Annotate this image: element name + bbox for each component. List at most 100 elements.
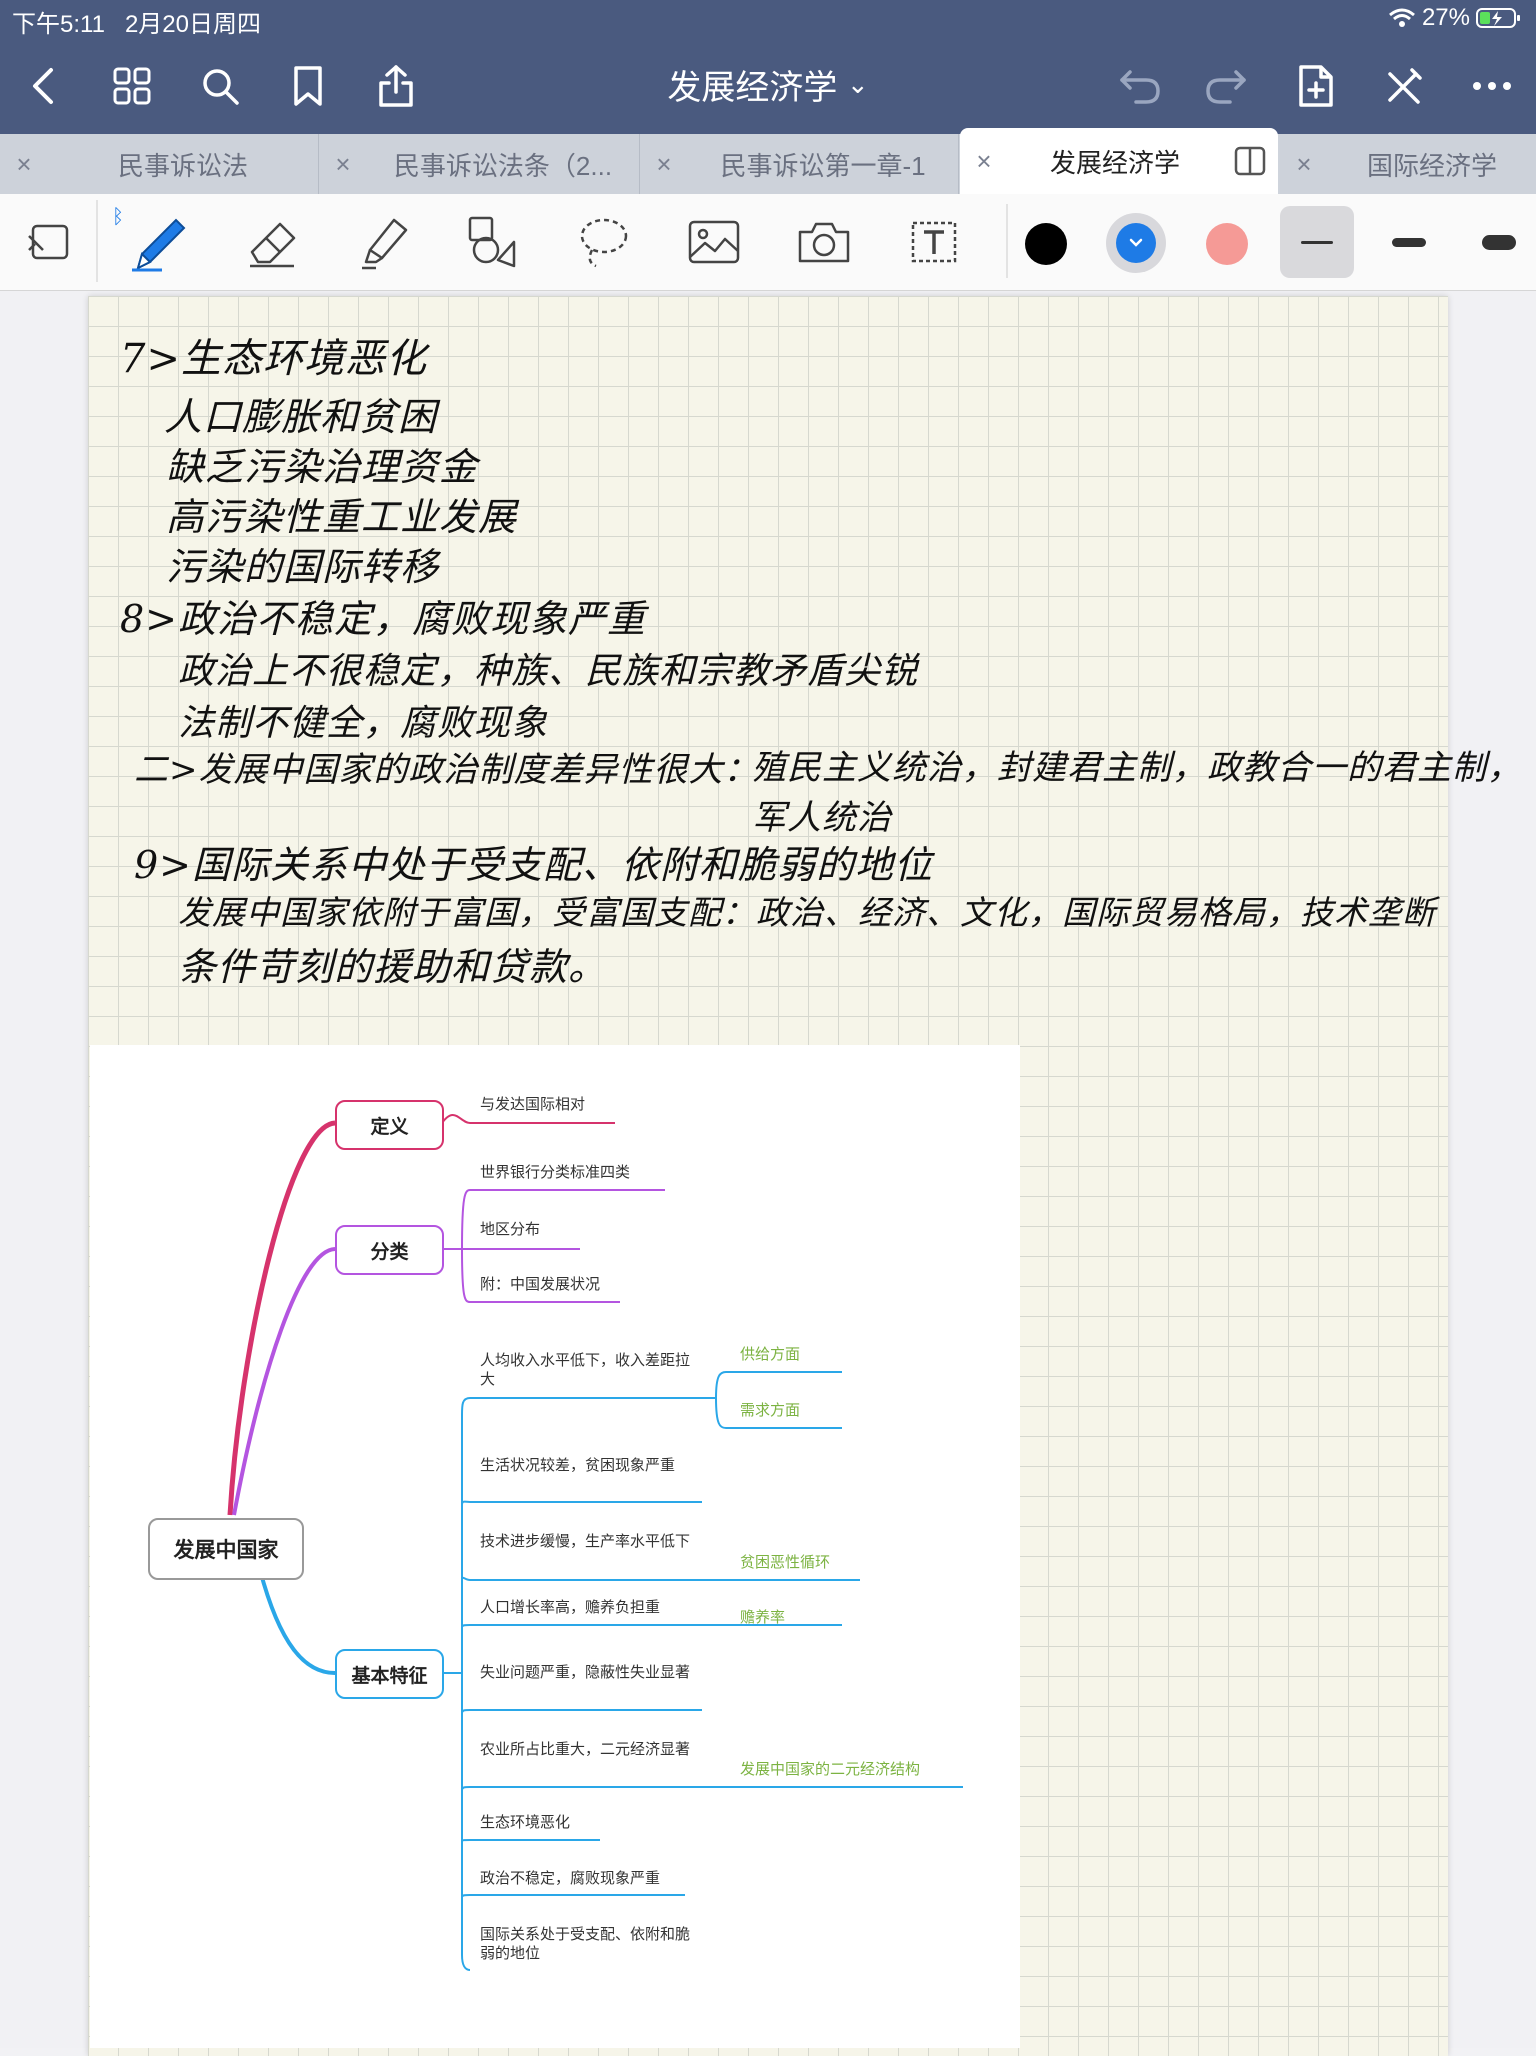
mindmap-branch-classification: 分类 <box>335 1225 444 1275</box>
bookmark-button[interactable] <box>278 56 338 116</box>
pen-cross-icon <box>1388 68 1422 104</box>
stroke-medium-icon <box>1392 237 1426 247</box>
grid-icon <box>113 67 151 105</box>
back-button[interactable] <box>14 56 74 116</box>
color-black-swatch[interactable] <box>1025 223 1067 265</box>
stroke-thin-button[interactable] <box>1280 206 1354 278</box>
tab-civil-procedure-articles[interactable]: × 民事诉讼法条（2... <box>319 134 640 194</box>
mindmap-sublabel: 贫困恶性循环 <box>740 1554 831 1571</box>
battery-percent: 27% <box>1421 4 1470 31</box>
tab-civil-procedure-law[interactable]: × 民事诉讼法 <box>0 134 319 194</box>
more-button[interactable] <box>1462 56 1522 116</box>
tab-development-economics[interactable]: × 发展经济学 <box>960 128 1278 194</box>
redo-button[interactable] <box>1196 56 1256 116</box>
camera-tool-button[interactable] <box>792 210 856 274</box>
mindmap-image[interactable]: 发展中国家 定义 分类 基本特征 与发达国际相对 世界银行分类标准四类 地区分布… <box>90 1045 1020 2048</box>
tab-label: 发展经济学 <box>1049 147 1180 178</box>
close-icon[interactable]: × <box>1280 149 1328 180</box>
mindmap-leaf: 政治不稳定，腐败现象严重 <box>480 1870 661 1887</box>
document-title[interactable]: 发展经济学 ⌄ <box>667 69 868 107</box>
mindmap-leaf: 技术进步缓慢，生产率水平低下 <box>480 1533 691 1550</box>
handwriting-line: 高污染性重工业发展 <box>166 495 518 539</box>
grid-view-button[interactable] <box>102 56 162 116</box>
shape-tool-button[interactable] <box>460 210 524 274</box>
text-tool-button[interactable] <box>902 210 966 274</box>
add-page-icon <box>1299 65 1333 107</box>
stroke-thick-button[interactable] <box>1462 206 1536 278</box>
mindmap-leaf: 失业问题严重，隐蔽性失业显著 <box>480 1664 691 1681</box>
status-time: 下午5:11 2月20日周四 <box>12 11 261 38</box>
eraser-tool-button[interactable] <box>242 210 306 274</box>
mindmap-branch-definition: 定义 <box>335 1100 444 1150</box>
mindmap-leaf: 国际关系处于受支配、依附和脆弱的地位 <box>480 1926 691 1962</box>
highlighter-tool-button[interactable] <box>352 210 416 274</box>
mindmap-branch-features: 基本特征 <box>335 1649 444 1699</box>
image-tool-button[interactable] <box>682 210 746 274</box>
close-icon[interactable]: × <box>0 149 48 180</box>
handwriting-line: 二>发展中国家的政治制度差异性很大： <box>134 750 759 790</box>
read-mode-button[interactable] <box>16 210 80 274</box>
color-pink-swatch[interactable] <box>1206 223 1248 265</box>
handwriting-line: 殖民主义统治，封建君主制，政教合一的君主制， <box>752 748 1522 788</box>
tab-label: 国际经济学 <box>1366 150 1497 181</box>
wifi-icon <box>1388 8 1415 27</box>
pen-icon <box>132 218 186 272</box>
battery-charging-icon <box>1476 8 1520 28</box>
eraser-icon <box>250 222 296 268</box>
tab-label: 民事诉讼第一章-1 <box>720 150 926 181</box>
mindmap-sublabel: 发展中国家的二元经济结构 <box>740 1761 921 1778</box>
stroke-medium-button[interactable] <box>1372 206 1446 278</box>
lasso-tool-button[interactable] <box>572 210 636 274</box>
close-icon[interactable]: × <box>319 149 367 180</box>
image-icon <box>688 220 740 264</box>
bookmark-icon <box>294 66 322 106</box>
mindmap-leaf: 附：中国发展状况 <box>480 1276 601 1293</box>
handwriting-line: 缺乏污染治理资金 <box>166 445 479 489</box>
more-icon <box>1473 82 1511 90</box>
add-page-button[interactable] <box>1286 56 1346 116</box>
split-view-icon <box>1234 146 1266 176</box>
handwriting-line: 污染的国际转移 <box>166 545 440 589</box>
toolbar-divider <box>96 200 98 282</box>
handwriting-line: 军人统治 <box>752 798 892 838</box>
undo-icon <box>1120 70 1160 104</box>
tab-label: 民事诉讼法 <box>117 150 248 181</box>
mindmap-sublabel: 需求方面 <box>740 1402 801 1419</box>
redo-icon <box>1206 70 1246 104</box>
handwriting-line: 人口膨胀和贫困 <box>164 395 438 439</box>
stroke-thin-icon <box>1301 240 1333 244</box>
mindmap-leaf: 人均收入水平低下，收入差距拉大 <box>480 1352 691 1388</box>
color-blue-swatch <box>1116 223 1156 263</box>
status-date: 2月20日周四 <box>124 11 261 38</box>
chevron-left-icon <box>33 68 53 104</box>
share-button[interactable] <box>366 56 426 116</box>
tab-international-economics[interactable]: × 国际经济学 <box>1280 134 1536 194</box>
handwriting-line: 8>政治不稳定，腐败现象严重 <box>120 597 647 641</box>
color-blue-swatch-ring[interactable] <box>1106 213 1166 273</box>
bluetooth-icon: ᛒ <box>112 206 124 228</box>
mindmap-sublabel: 供给方面 <box>740 1346 801 1363</box>
text-box-icon <box>911 221 957 263</box>
status-indicators: 27% <box>1388 4 1522 32</box>
mindmap-leaf: 农业所占比重大，二元经济显著 <box>480 1741 691 1758</box>
mindmap-leaf: 生态环境恶化 <box>480 1814 571 1831</box>
lasso-icon <box>580 218 628 268</box>
handwriting-line: 条件苛刻的援助和贷款。 <box>178 945 608 989</box>
pen-tool-button[interactable] <box>128 210 192 274</box>
handwriting-line: 9>国际关系中处于受支配、依附和脆弱的地位 <box>134 843 934 887</box>
handwriting-line: 法制不健全，腐败现象 <box>178 703 549 744</box>
mindmap-root-node: 发展中国家 <box>148 1518 304 1580</box>
search-icon <box>203 69 239 105</box>
mindmap-leaf: 世界银行分类标准四类 <box>480 1164 631 1181</box>
search-button[interactable] <box>190 56 250 116</box>
split-view-button[interactable] <box>1222 146 1278 176</box>
camera-icon <box>798 222 850 263</box>
pen-close-button[interactable] <box>1374 56 1434 116</box>
highlighter-icon <box>362 218 408 270</box>
close-icon[interactable]: × <box>640 149 688 180</box>
handwriting-line: 政治上不很稳定，种族、民族和宗教矛盾尖锐 <box>178 651 919 692</box>
tab-civil-procedure-chapter1[interactable]: × 民事诉讼第一章-1 <box>640 134 959 194</box>
share-icon <box>379 65 413 107</box>
close-icon[interactable]: × <box>960 146 1008 177</box>
undo-button[interactable] <box>1110 56 1170 116</box>
